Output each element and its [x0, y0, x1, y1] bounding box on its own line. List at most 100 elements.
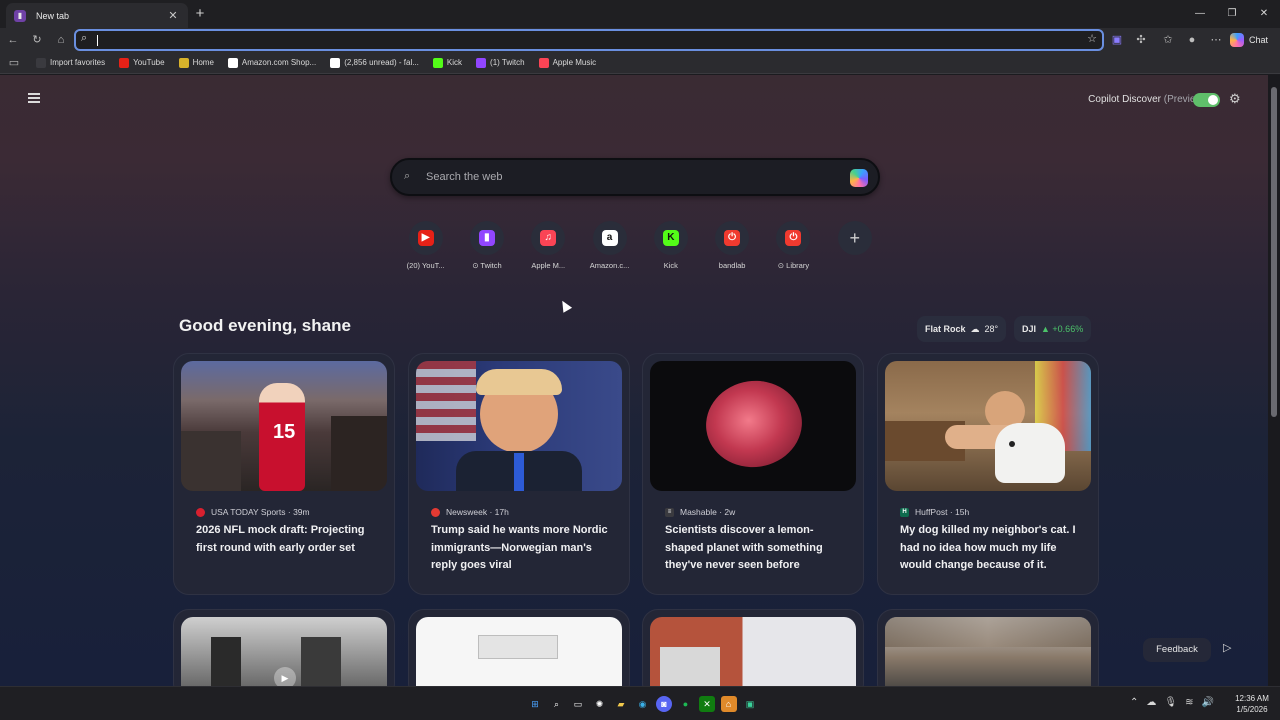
quick-link[interactable]: ⏻ bandlab — [701, 221, 762, 270]
quick-link-tile[interactable]: ⏻ — [776, 221, 811, 255]
plus-icon: + — [849, 228, 860, 248]
quick-link-label: Apple M... — [531, 261, 566, 270]
bookmark-item[interactable]: Apple Music — [538, 57, 596, 68]
bookmark-item[interactable]: Home — [178, 57, 214, 68]
quick-links: ▶ (20) YouT... ▮ ⊙ Twitch ♫ Apple M... a Amazon… — [395, 221, 885, 270]
windows-start-icon[interactable]: ⊞ — [527, 696, 543, 712]
profile-avatar-icon[interactable]: ● — [1184, 32, 1200, 48]
news-card[interactable]: ≡ Mashable · 2w Scientists discover a le… — [642, 353, 864, 595]
copilot-discover-label: Copilot Discover (Preview) — [1088, 94, 1206, 105]
app-icon[interactable]: ⌂ — [720, 696, 737, 712]
news-headline[interactable]: 2026 NFL mock draft: Projecting first ro… — [196, 522, 381, 557]
news-headline[interactable]: Trump said he wants more Nordic immigran… — [431, 522, 616, 575]
close-tab-icon[interactable]: ✕ — [166, 9, 180, 22]
news-card[interactable]: 15 USA TODAY Sports · 39m 2026 NFL mock … — [173, 353, 395, 595]
edge-icon[interactable]: ◉ — [635, 696, 651, 712]
bookmark-item[interactable]: (2,856 unread) - fal... — [330, 57, 419, 68]
quick-link-tile[interactable]: ⏻ — [715, 221, 750, 255]
search-icon[interactable]: ⌕ — [549, 696, 565, 712]
send-icon[interactable]: ▷ — [1223, 641, 1231, 654]
news-image-crowd — [885, 617, 1091, 686]
back-icon[interactable]: ← — [5, 32, 21, 48]
quick-link-tile[interactable]: ♫ — [531, 221, 566, 255]
feedback-button[interactable]: Feedback — [1143, 638, 1211, 662]
copilot-discover-toggle[interactable] — [1193, 93, 1220, 107]
quick-link-tile[interactable]: ▶ — [408, 221, 443, 255]
amazon-icon: a — [601, 230, 618, 246]
favorite-star-icon[interactable]: ☆ — [1087, 32, 1097, 45]
news-card[interactable]: Newsweek · 17h Trump said he wants more … — [408, 353, 630, 595]
copilot-chat-button[interactable]: Chat — [1230, 31, 1268, 49]
tab-new-tab[interactable]: ▮ New tab ✕ — [6, 3, 188, 28]
news-card[interactable] — [642, 609, 864, 686]
favorites-icon[interactable]: ✩ — [1160, 32, 1176, 48]
microphone-icon[interactable]: 🎙 — [1164, 697, 1177, 708]
clock[interactable]: 12:36 AM 1/5/2026 — [1230, 693, 1274, 715]
menu-icon[interactable] — [28, 93, 40, 103]
news-card[interactable] — [408, 609, 630, 686]
bookmark-item[interactable]: Import favorites — [36, 57, 105, 68]
news-headline[interactable]: My dog killed my neighbor's cat. I had n… — [900, 522, 1085, 575]
copilot-icon[interactable] — [850, 169, 868, 187]
bookmarks-bar: ▭ Import favorites YouTube Home Amazon.com … — [0, 52, 1280, 74]
quick-link-tile[interactable]: ▮ — [469, 221, 504, 255]
spotify-icon[interactable]: ● — [678, 696, 694, 712]
bookmark-item[interactable]: Amazon.com Shop... — [227, 57, 316, 68]
minimize-icon[interactable]: — — [1184, 0, 1216, 28]
quick-link[interactable]: ⏻ ⊙ Library — [763, 221, 824, 270]
file-explorer-icon[interactable]: ▰ — [613, 696, 629, 712]
source-age: 17h — [494, 507, 509, 517]
quick-link[interactable]: ▶ (20) YouT... — [395, 221, 456, 270]
add-shortcut-button[interactable]: + — [824, 221, 885, 270]
app-icon-green[interactable]: ▣ — [742, 696, 758, 712]
close-window-icon[interactable]: ✕ — [1248, 0, 1280, 28]
quick-link[interactable]: a Amazon.c... — [579, 221, 640, 270]
weather-chip[interactable]: Flat Rock ☁ 28° — [917, 316, 1007, 342]
play-icon[interactable]: ▶ — [274, 667, 296, 686]
chevron-up-icon[interactable]: ⌃ — [1130, 697, 1138, 708]
source-name: Mashable — [680, 507, 717, 517]
source-name: Newsweek — [446, 507, 488, 517]
quick-link-label: ⊙ Twitch — [472, 261, 502, 270]
scrollbar[interactable] — [1268, 75, 1280, 686]
quick-link[interactable]: ▮ ⊙ Twitch — [456, 221, 517, 270]
task-view-icon[interactable]: ▭ — [570, 696, 586, 712]
news-image-ac-unit — [416, 617, 622, 686]
quick-link-label: Kick — [663, 261, 678, 270]
address-bar[interactable]: ⌕ ☆ — [74, 29, 1104, 51]
add-shortcut-tile[interactable]: + — [837, 221, 872, 255]
bookmark-item[interactable]: Kick — [432, 57, 462, 68]
news-card[interactable] — [877, 609, 1099, 686]
discord-icon[interactable]: ◙ — [656, 696, 672, 712]
news-card[interactable]: H HuffPost · 15h My dog killed my neighb… — [877, 353, 1099, 595]
tab-actions-icon[interactable]: ▭ — [6, 55, 22, 71]
extension-icon[interactable]: ▣ — [1109, 32, 1125, 48]
refresh-icon[interactable]: ↻ — [29, 32, 45, 48]
quick-link-tile[interactable]: K — [653, 221, 688, 255]
youtube-icon: ▶ — [417, 230, 434, 246]
news-headline[interactable]: Scientists discover a lemon-shaped plane… — [665, 522, 850, 575]
volume-icon[interactable]: 🔊 — [1201, 697, 1213, 708]
bookmark-item[interactable]: YouTube — [119, 57, 165, 68]
scrollbar-thumb[interactable] — [1271, 87, 1277, 417]
wifi-icon[interactable]: ≋ — [1185, 697, 1193, 708]
extensions-puzzle-icon[interactable]: ✣ — [1133, 32, 1149, 48]
stock-chip[interactable]: DJI ▲ +0.66% — [1014, 316, 1092, 342]
quick-link[interactable]: ♫ Apple M... — [518, 221, 579, 270]
gear-icon[interactable]: ⚙ — [1229, 91, 1241, 107]
web-search-box[interactable]: ⌕ Search the web — [390, 158, 880, 196]
news-card[interactable]: ▶ — [173, 609, 395, 686]
restore-icon[interactable]: ❐ — [1216, 0, 1248, 28]
cloud-icon[interactable]: ☁ — [1146, 697, 1156, 708]
xbox-icon[interactable]: ✕ — [699, 696, 715, 712]
bookmark-item[interactable]: (1) Twitch — [476, 57, 525, 68]
new-tab-button[interactable]: + — [192, 6, 208, 22]
more-menu-icon[interactable]: ⋯ — [1208, 32, 1224, 48]
quick-link[interactable]: K Kick — [640, 221, 701, 270]
stock-symbol: DJI — [1022, 324, 1037, 334]
home-icon[interactable]: ⌂ — [53, 32, 69, 48]
youtube-icon — [119, 57, 130, 68]
quick-link-tile[interactable]: a — [592, 221, 627, 255]
copilot-discover-text: Copilot Discover — [1088, 94, 1161, 105]
widgets-icon[interactable]: ✺ — [592, 696, 608, 712]
